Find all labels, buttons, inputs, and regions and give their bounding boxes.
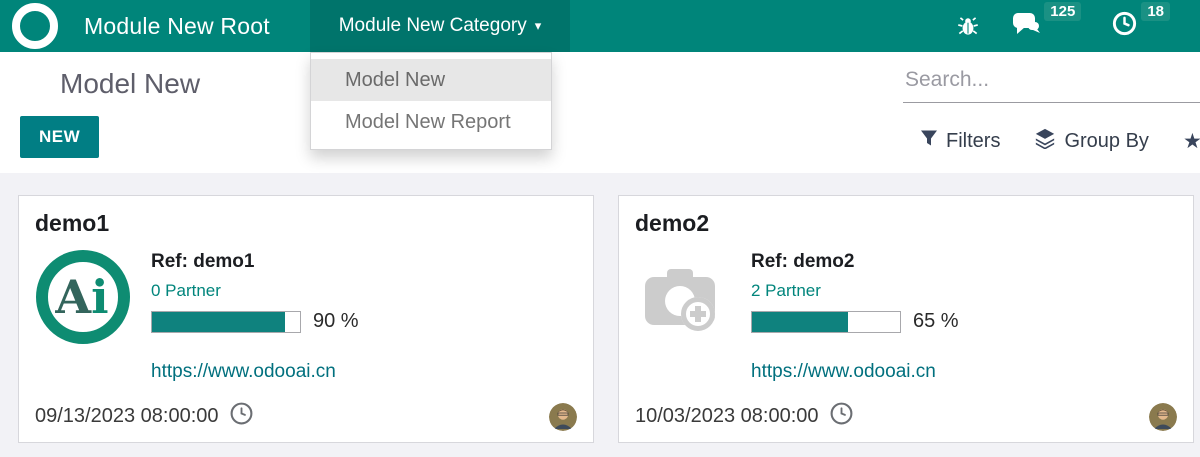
new-record-button[interactable]: NEW: [20, 116, 99, 158]
svg-text:Ai: Ai: [54, 270, 108, 324]
dropdown-item-model-new-report[interactable]: Model New Report: [311, 101, 551, 143]
navbar-systray: 125 18: [955, 0, 1200, 52]
card-title: demo2: [635, 210, 1177, 237]
card-partner-count[interactable]: 2 Partner: [751, 281, 959, 301]
kanban-view: demo1 Ai Ref: demo1 0 Partner: [0, 173, 1200, 457]
progress-fill: [752, 312, 848, 332]
search-box: [903, 62, 1200, 103]
card-ref: Ref: demo2: [751, 251, 959, 273]
clock-icon: [1111, 10, 1138, 42]
progress-track: [151, 311, 301, 333]
activities-menu[interactable]: 18: [1111, 10, 1170, 42]
category-dropdown-menu: Model New Model New Report: [310, 52, 552, 150]
app-brand-title[interactable]: Module New Root: [84, 13, 270, 40]
app-window: Module New Root Module New Category ▾: [0, 0, 1200, 457]
ai-logo-image: Ai: [35, 249, 131, 345]
star-icon: ★: [1183, 129, 1200, 154]
progress-fill: [152, 312, 285, 332]
card-progress: 65 %: [751, 310, 959, 333]
kanban-card-demo2[interactable]: demo2 Ref: demo2 2 Partner: [618, 195, 1194, 443]
clock-icon: [829, 401, 854, 432]
chat-bubbles-icon: [1011, 10, 1041, 43]
card-footer: 09/13/2023 08:00:00: [35, 401, 577, 432]
progress-label: 90 %: [313, 310, 359, 333]
search-input[interactable]: [903, 62, 1200, 103]
progress-track: [751, 311, 901, 333]
card-datetime: 09/13/2023 08:00:00: [35, 405, 219, 428]
page-title: Model New: [60, 68, 200, 100]
debug-bug-icon[interactable]: [955, 13, 981, 39]
filters-label: Filters: [946, 130, 1000, 153]
card-website-link[interactable]: https://www.odooai.cn: [151, 361, 577, 383]
messages-count-badge: 125: [1044, 2, 1081, 21]
funnel-icon: [920, 129, 938, 154]
group-by-button[interactable]: Group By: [1034, 127, 1148, 155]
progress-label: 65 %: [913, 310, 959, 333]
card-website-link[interactable]: https://www.odooai.cn: [751, 361, 1177, 383]
camera-placeholder-icon: [635, 249, 731, 345]
control-panel: Model New NEW Filters: [0, 52, 1200, 174]
chevron-down-icon: ▾: [535, 18, 542, 34]
group-by-label: Group By: [1064, 130, 1148, 153]
favorites-button[interactable]: ★ Favorites: [1183, 129, 1200, 154]
menu-label: Module New Category: [339, 15, 527, 37]
card-footer: 10/03/2023 08:00:00: [635, 401, 1177, 432]
dropdown-item-model-new[interactable]: Model New: [311, 59, 551, 101]
messages-menu[interactable]: 125: [1011, 10, 1081, 43]
clock-icon: [229, 401, 254, 432]
layers-icon: [1034, 127, 1056, 155]
user-avatar[interactable]: [549, 403, 577, 431]
card-datetime: 10/03/2023 08:00:00: [635, 405, 819, 428]
user-avatar[interactable]: [1149, 403, 1177, 431]
activities-count-badge: 18: [1141, 2, 1170, 21]
card-ref: Ref: demo1: [151, 251, 359, 273]
top-navbar: Module New Root Module New Category ▾: [0, 0, 1200, 52]
card-partner-count[interactable]: 0 Partner: [151, 281, 359, 301]
menu-module-new-category[interactable]: Module New Category ▾: [310, 0, 570, 52]
odoo-logo-icon[interactable]: [12, 3, 58, 49]
filters-button[interactable]: Filters: [920, 129, 1000, 154]
kanban-card-demo1[interactable]: demo1 Ai Ref: demo1 0 Partner: [18, 195, 594, 443]
card-progress: 90 %: [151, 310, 359, 333]
card-title: demo1: [35, 210, 577, 237]
search-options-row: Filters Group By ★ Favorites: [920, 127, 1200, 155]
